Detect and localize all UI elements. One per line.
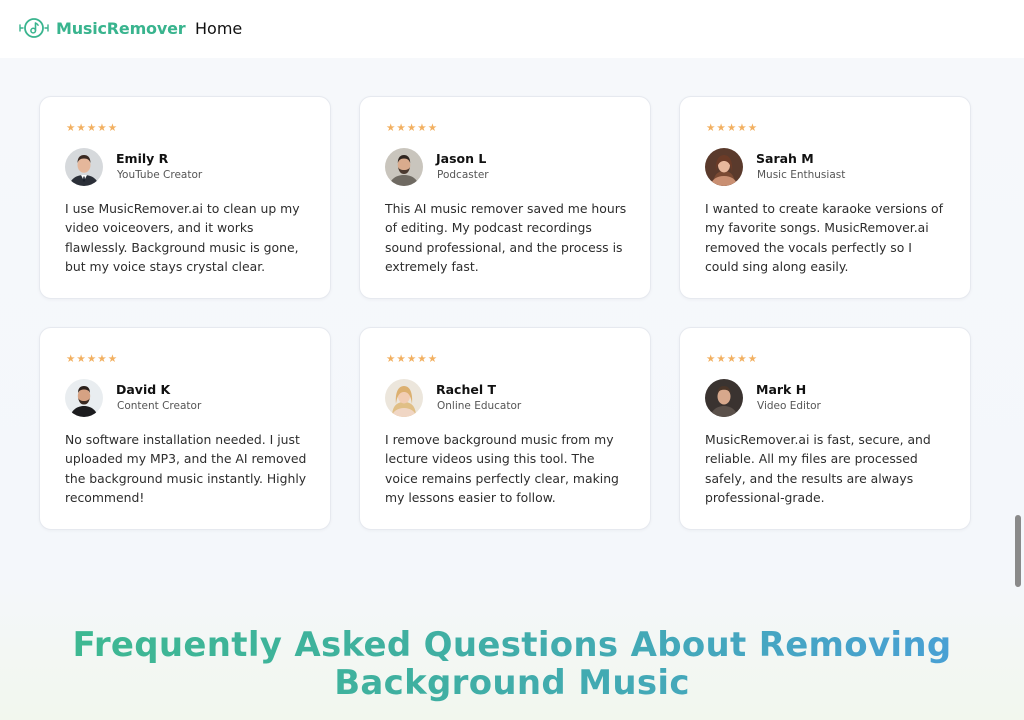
reviewer-name: Rachel T — [436, 382, 497, 397]
star-icon: ★ — [726, 122, 737, 134]
testimonial-text: MusicRemover.ai is fast, secure, and rel… — [705, 432, 931, 505]
avatar — [385, 379, 423, 417]
star-icon: ★ — [76, 122, 86, 134]
star-icon: ★ — [706, 353, 716, 365]
testimonial-text: I wanted to create karaoke versions of m… — [705, 201, 943, 274]
star-icon: ★ — [66, 122, 76, 134]
star-icon: ★ — [706, 122, 716, 134]
reviewer-role: Online Educator — [437, 400, 522, 412]
avatar — [65, 148, 103, 186]
brand-logo[interactable]: MusicRemover — [18, 17, 186, 39]
star-rating: ★ ★ ★ ★ ★ — [706, 122, 757, 134]
faq-heading: Frequently Asked Questions About Removin… — [0, 626, 1024, 702]
avatar — [705, 148, 743, 186]
star-icon: ★ — [406, 122, 417, 134]
star-icon: ★ — [97, 122, 107, 134]
testimonial-text: I remove background music from my lectur… — [385, 432, 619, 505]
star-rating: ★ ★ ★ ★ ★ — [66, 353, 117, 365]
avatar — [705, 379, 743, 417]
nav-home-link[interactable]: Home — [195, 19, 242, 38]
star-icon: ★ — [716, 353, 726, 365]
star-icon: ★ — [396, 353, 406, 365]
star-icon: ★ — [97, 353, 107, 365]
testimonial-card: ★ ★ ★ ★ ★ Sarah M Music Enthusiast I wanted … — [679, 96, 971, 299]
testimonial-card: ★ ★ ★ ★ ★ Jason L Podcaster This AI music re… — [359, 96, 651, 299]
star-rating: ★ ★ ★ ★ ★ — [386, 353, 437, 365]
star-icon: ★ — [86, 122, 97, 134]
star-icon: ★ — [406, 353, 417, 365]
reviewer-name: Emily R — [116, 151, 169, 166]
testimonial-card: ★ ★ ★ ★ ★ Rachel T Online Educator I remove … — [359, 327, 651, 530]
avatar — [385, 148, 423, 186]
star-icon: ★ — [737, 353, 747, 365]
brand-name: MusicRemover — [56, 18, 186, 38]
reviewer-name: David K — [116, 382, 171, 397]
avatar — [65, 379, 103, 417]
faq-heading-line1: Frequently Asked Questions About Removin… — [72, 625, 952, 665]
testimonial-text: No software installation needed. I just … — [65, 432, 307, 505]
star-icon: ★ — [417, 353, 427, 365]
reviewer-role: Music Enthusiast — [757, 169, 846, 181]
top-navigation-bar: MusicRemover Home — [0, 0, 1024, 58]
reviewer-name: Mark H — [756, 382, 807, 397]
star-rating: ★ ★ ★ ★ ★ — [706, 353, 757, 365]
faq-heading-line2: Background Music — [334, 663, 690, 703]
star-icon: ★ — [716, 122, 726, 134]
testimonial-card: ★ ★ ★ ★ ★ David K Content Creator No softwar… — [39, 327, 331, 530]
star-icon: ★ — [386, 353, 396, 365]
reviewer-role: Video Editor — [757, 400, 821, 412]
star-icon: ★ — [107, 122, 118, 134]
reviewer-role: Content Creator — [117, 400, 202, 412]
star-icon: ★ — [747, 122, 758, 134]
star-rating: ★ ★ ★ ★ ★ — [66, 122, 117, 134]
star-icon: ★ — [66, 353, 76, 365]
star-icon: ★ — [737, 122, 747, 134]
scrollbar-thumb[interactable] — [1015, 515, 1021, 587]
reviewer-role: Podcaster — [437, 169, 489, 181]
testimonial-card: ★ ★ ★ ★ ★ Emily R YouTube Creator I use Musi… — [39, 96, 331, 299]
reviewer-name: Jason L — [436, 151, 487, 166]
star-icon: ★ — [747, 353, 758, 365]
testimonial-text: I use MusicRemover.ai to clean up my vid… — [65, 201, 300, 274]
star-icon: ★ — [86, 353, 97, 365]
testimonial-text: This AI music remover saved me hours of … — [385, 201, 627, 274]
reviewer-name: Sarah M — [756, 151, 814, 166]
reviewer-role: YouTube Creator — [117, 169, 203, 181]
star-icon: ★ — [427, 353, 438, 365]
star-icon: ★ — [107, 353, 118, 365]
music-note-logo-icon — [19, 18, 49, 38]
star-icon: ★ — [427, 122, 438, 134]
star-icon: ★ — [726, 353, 737, 365]
star-icon: ★ — [396, 122, 406, 134]
star-icon: ★ — [417, 122, 427, 134]
testimonial-card: ★ ★ ★ ★ ★ Mark H Video Editor MusicRemover.a… — [679, 327, 971, 530]
star-icon: ★ — [76, 353, 86, 365]
star-rating: ★ ★ ★ ★ ★ — [386, 122, 437, 134]
star-icon: ★ — [386, 122, 396, 134]
